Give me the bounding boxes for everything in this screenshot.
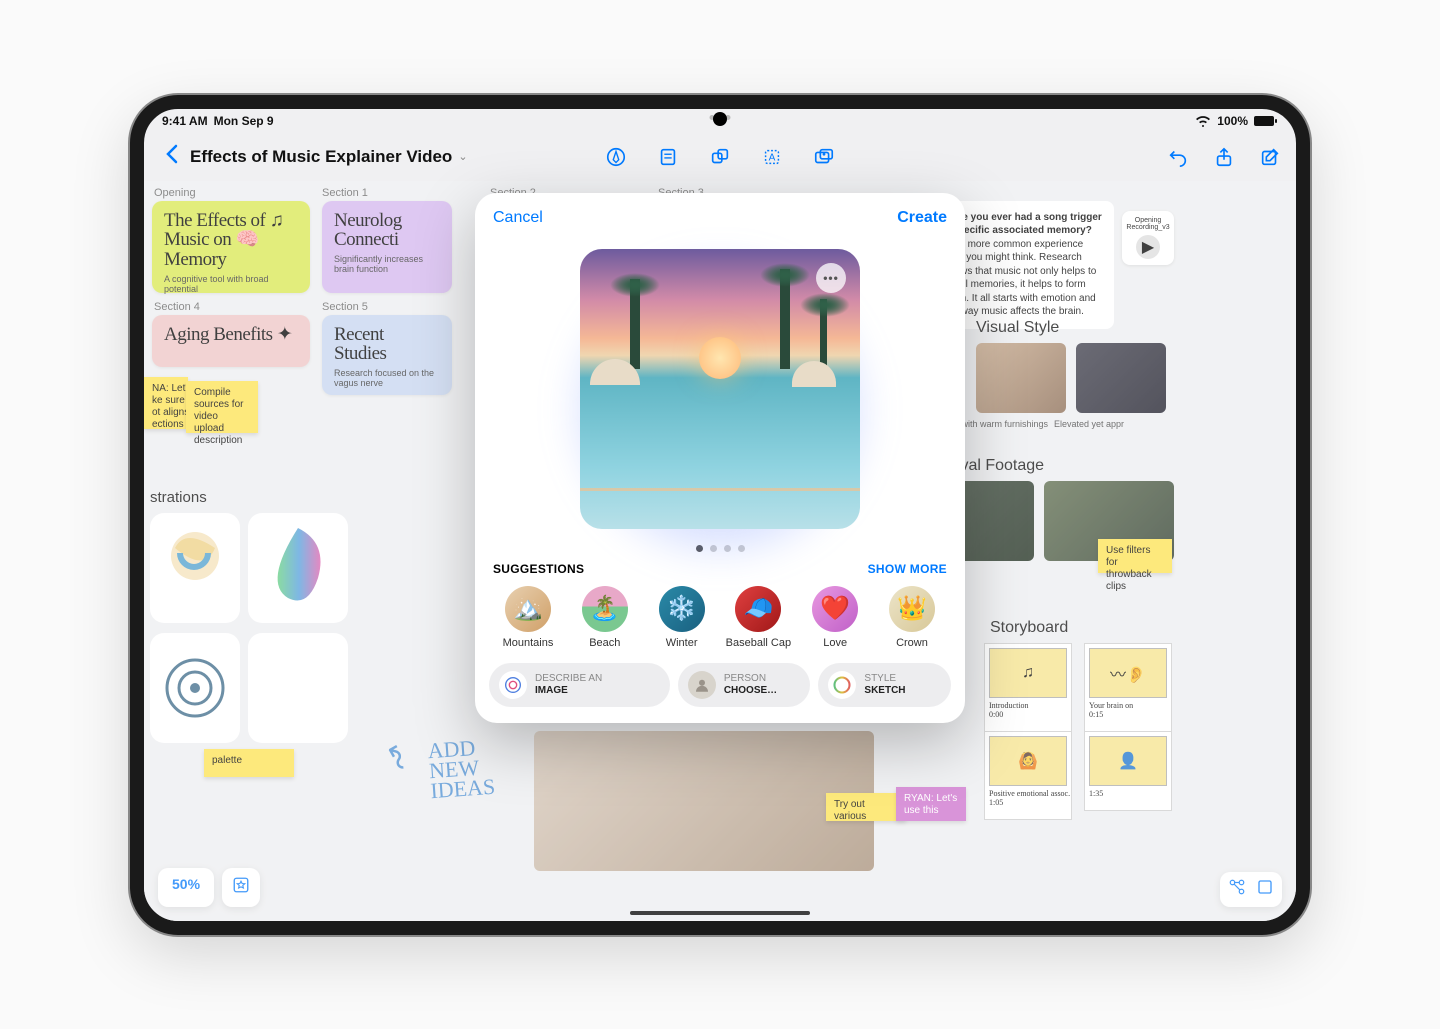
chip-icon: ❤️ — [812, 586, 858, 632]
chip-label: Mountains — [503, 637, 554, 649]
opt-line2: SKETCH — [864, 685, 905, 697]
pen-tool-icon[interactable] — [604, 145, 628, 169]
suggestion-chips: 🏔️ Mountains 🏝️ Beach ❄️ Winter 🧢 Baseba… — [489, 576, 951, 663]
sparkle-icon — [499, 671, 527, 699]
create-button[interactable]: Create — [897, 209, 947, 227]
choose-person-button[interactable]: PERSON CHOOSE… — [678, 663, 811, 707]
chip-icon: 🧢 — [735, 586, 781, 632]
style-button[interactable]: STYLE SKETCH — [818, 663, 951, 707]
palm-graphic — [780, 269, 790, 369]
generated-image-preview[interactable]: ••• — [580, 249, 860, 529]
chip-crown[interactable]: 👑 Crown — [875, 586, 949, 649]
shape-tool-icon[interactable] — [708, 145, 732, 169]
undo-icon[interactable] — [1166, 145, 1190, 169]
chip-label: Baseball Cap — [726, 637, 791, 649]
pool-edge — [580, 488, 860, 491]
back-button[interactable] — [158, 140, 184, 174]
opt-line1: DESCRIBE AN — [535, 673, 602, 685]
palm-graphic — [820, 299, 827, 369]
sun-graphic — [699, 337, 741, 379]
more-options-button[interactable]: ••• — [816, 263, 846, 293]
suggestions-label: SUGGESTIONS — [493, 562, 584, 576]
chip-winter[interactable]: ❄️ Winter — [645, 586, 719, 649]
note-tool-icon[interactable] — [656, 145, 680, 169]
toolbar: Effects of Music Explainer Video ⌄ A — [144, 133, 1296, 181]
chip-label: Crown — [896, 637, 928, 649]
style-icon — [828, 671, 856, 699]
compose-icon[interactable] — [1258, 145, 1282, 169]
chip-icon: ❄️ — [659, 586, 705, 632]
person-icon — [688, 671, 716, 699]
chip-label: Beach — [589, 637, 620, 649]
chip-baseball-cap[interactable]: 🧢 Baseball Cap — [721, 586, 795, 649]
image-playground-modal: Cancel Create ••• SUGGESTIONS SHOW MORE — [475, 193, 965, 723]
chip-mountains[interactable]: 🏔️ Mountains — [491, 586, 565, 649]
chip-icon: 👑 — [889, 586, 935, 632]
opt-line2: CHOOSE… — [724, 685, 777, 697]
opt-line2: IMAGE — [535, 685, 602, 697]
chevron-down-icon[interactable]: ⌄ — [458, 150, 467, 163]
status-time: 9:41 AM — [162, 114, 208, 128]
chip-icon: 🏝️ — [582, 586, 628, 632]
document-title[interactable]: Effects of Music Explainer Video — [190, 147, 452, 167]
media-tool-icon[interactable] — [812, 145, 836, 169]
battery-percent: 100% — [1217, 114, 1248, 128]
chip-love[interactable]: ❤️ Love — [798, 586, 872, 649]
show-more-button[interactable]: SHOW MORE — [868, 562, 947, 576]
opt-line1: PERSON — [724, 673, 777, 685]
wifi-icon — [1195, 115, 1211, 127]
umbrella-graphic — [792, 361, 836, 387]
palm-graphic — [630, 279, 640, 369]
share-icon[interactable] — [1212, 145, 1236, 169]
text-tool-icon[interactable]: A — [760, 145, 784, 169]
ipad-frame: 9:41 AM Mon Sep 9 100% Effects of Music … — [130, 95, 1310, 935]
camera-notch — [713, 112, 727, 126]
status-date: Mon Sep 9 — [214, 114, 274, 128]
chip-label: Love — [823, 637, 847, 649]
battery-icon — [1254, 115, 1278, 127]
cancel-button[interactable]: Cancel — [493, 209, 543, 227]
chip-icon: 🏔️ — [505, 586, 551, 632]
svg-text:A: A — [769, 152, 776, 163]
describe-image-button[interactable]: DESCRIBE AN IMAGE — [489, 663, 670, 707]
chip-beach[interactable]: 🏝️ Beach — [568, 586, 642, 649]
chip-label: Winter — [666, 637, 698, 649]
opt-line1: STYLE — [864, 673, 905, 685]
